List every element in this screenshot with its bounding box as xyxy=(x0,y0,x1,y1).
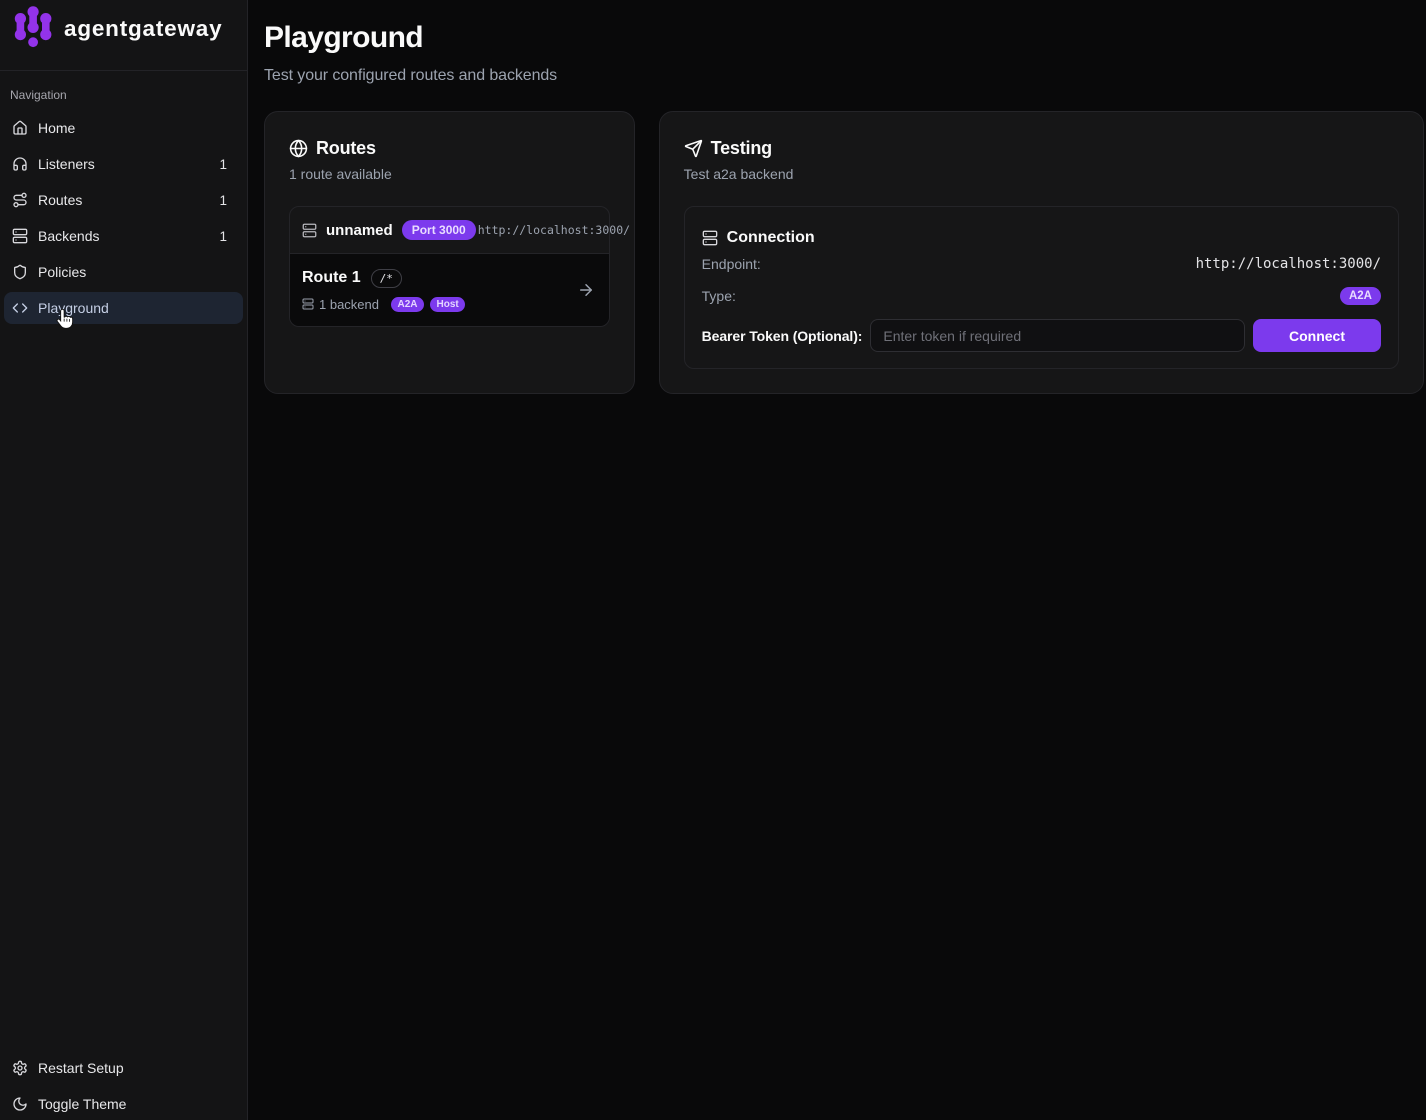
sidebar-item-label: Policies xyxy=(38,264,86,280)
testing-card-header: Testing xyxy=(684,136,1399,160)
connect-button[interactable]: Connect xyxy=(1253,319,1381,352)
page-title: Playground xyxy=(264,20,1424,56)
sidebar-header: agentgateway xyxy=(0,0,247,71)
connection-title: Connection xyxy=(727,226,815,250)
server-icon xyxy=(12,228,28,244)
sidebar-item-label: Listeners xyxy=(38,156,95,172)
route-badge-host: Host xyxy=(430,297,465,312)
route-path-badge: /* xyxy=(371,269,402,288)
sidebar-item-label: Backends xyxy=(38,228,99,244)
bearer-token-input[interactable] xyxy=(870,319,1245,352)
type-label: Type: xyxy=(702,288,736,304)
page-subtitle: Test your configured routes and backends xyxy=(264,64,1424,88)
listener-url: http://localhost:3000/ xyxy=(478,223,630,237)
type-badge: A2A xyxy=(1340,287,1381,305)
server-icon xyxy=(702,230,718,246)
sidebar-item-home[interactable]: Home xyxy=(4,112,243,144)
routes-card-subtitle: 1 route available xyxy=(289,164,610,184)
type-row: Type: A2A xyxy=(702,286,1381,306)
sidebar-item-label: Home xyxy=(38,120,75,136)
port-badge: Port 3000 xyxy=(402,220,476,240)
route-line2: 1 backend A2A Host xyxy=(302,294,465,314)
sidebar-item-playground[interactable]: Playground xyxy=(4,292,243,324)
headphones-icon xyxy=(12,156,28,172)
toggle-theme-button[interactable]: Toggle Theme xyxy=(4,1088,243,1120)
bearer-token-label: Bearer Token (Optional): xyxy=(702,328,863,344)
main-content: Playground Test your configured routes a… xyxy=(248,0,1426,1120)
send-icon xyxy=(684,139,703,158)
home-icon xyxy=(12,120,28,136)
endpoint-value: http://localhost:3000/ xyxy=(1196,256,1381,272)
listener-name: unnamed xyxy=(326,222,393,239)
sidebar-item-label: Routes xyxy=(38,192,82,208)
route-line1: Route 1 /* xyxy=(302,266,465,290)
sidebar-item-policies[interactable]: Policies xyxy=(4,256,243,288)
route-name: Route 1 xyxy=(302,266,361,290)
sidebar-item-routes[interactable]: Routes 1 xyxy=(4,184,243,216)
listeners-count: 1 xyxy=(219,157,235,172)
brand-name: agentgateway xyxy=(64,15,222,42)
agentgateway-logo-icon xyxy=(14,6,52,48)
routes-count: 1 xyxy=(219,193,235,208)
backends-count: 1 xyxy=(219,229,235,244)
testing-card-subtitle: Test a2a backend xyxy=(684,164,1399,184)
app-root: agentgateway Navigation Home Listeners 1… xyxy=(0,0,1426,1120)
bearer-token-row: Bearer Token (Optional): Connect xyxy=(702,319,1381,352)
connection-box: Connection Endpoint: http://localhost:30… xyxy=(684,206,1399,369)
sidebar-item-label: Playground xyxy=(38,300,109,316)
routes-card-header: Routes xyxy=(289,136,610,160)
sidebar: agentgateway Navigation Home Listeners 1… xyxy=(0,0,248,1120)
endpoint-label: Endpoint: xyxy=(702,256,761,272)
route-backend-count: 1 backend xyxy=(319,297,379,312)
sidebar-footer: Restart Setup Toggle Theme xyxy=(0,1052,247,1120)
route-row[interactable]: Route 1 /* 1 backend A2A Host xyxy=(290,253,609,326)
route-info: Route 1 /* 1 backend A2A Host xyxy=(302,266,465,314)
nav-section-label: Navigation xyxy=(4,87,243,103)
code-icon xyxy=(12,300,28,316)
toggle-theme-label: Toggle Theme xyxy=(38,1096,126,1112)
testing-card: Testing Test a2a backend Connection Endp… xyxy=(659,111,1424,394)
cards-grid: Routes 1 route available unnamed Port 30… xyxy=(264,111,1424,394)
server-icon xyxy=(302,223,317,238)
arrow-right-icon xyxy=(577,281,595,299)
routes-card: Routes 1 route available unnamed Port 30… xyxy=(264,111,635,394)
sidebar-item-backends[interactable]: Backends 1 xyxy=(4,220,243,252)
restart-setup-label: Restart Setup xyxy=(38,1060,124,1076)
listener-group: unnamed Port 3000 http://localhost:3000/… xyxy=(289,206,610,327)
endpoint-row: Endpoint: http://localhost:3000/ xyxy=(702,254,1381,274)
restart-setup-button[interactable]: Restart Setup xyxy=(4,1052,243,1084)
moon-icon xyxy=(12,1096,28,1112)
sidebar-nav: Navigation Home Listeners 1 Routes 1 Bac… xyxy=(0,71,247,1052)
connection-header: Connection xyxy=(702,226,1381,250)
listener-header: unnamed Port 3000 http://localhost:3000/ xyxy=(290,207,609,253)
route-icon xyxy=(12,192,28,208)
shield-icon xyxy=(12,264,28,280)
globe-icon xyxy=(289,139,308,158)
sidebar-item-listeners[interactable]: Listeners 1 xyxy=(4,148,243,180)
route-badge-a2a: A2A xyxy=(391,297,424,312)
gear-icon xyxy=(12,1060,28,1076)
routes-card-title: Routes xyxy=(316,136,376,160)
server-icon xyxy=(302,298,314,310)
testing-card-title: Testing xyxy=(711,136,772,160)
